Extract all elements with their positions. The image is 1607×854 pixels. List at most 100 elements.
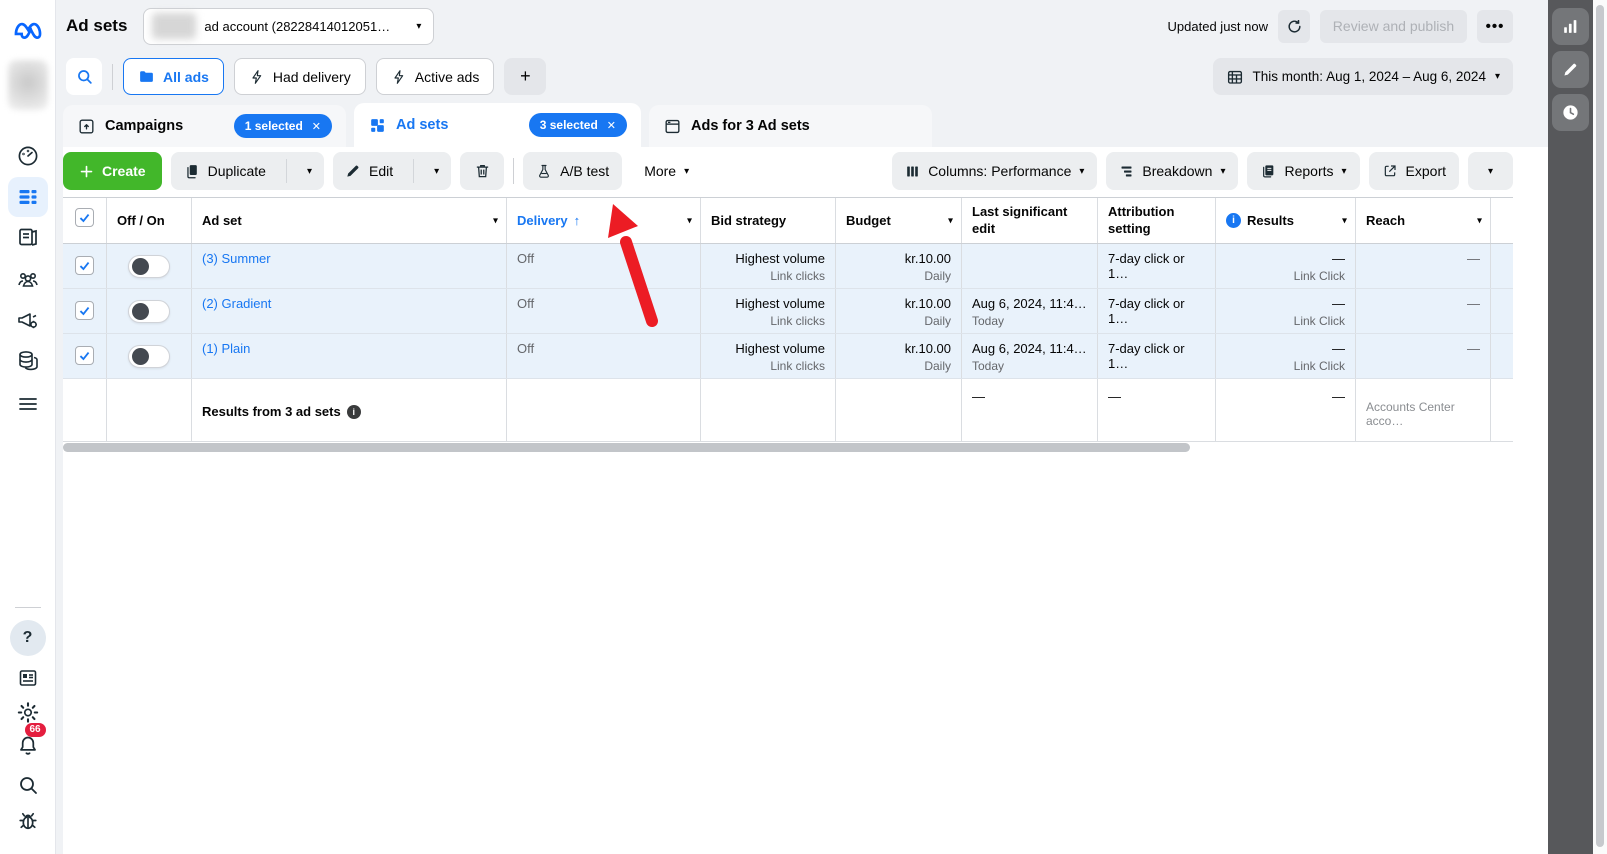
breakdown-label: Breakdown xyxy=(1142,163,1212,179)
header-delivery[interactable]: Delivery↑▾ xyxy=(507,198,701,243)
tab-ads[interactable]: Ads for 3 Ad sets xyxy=(649,105,932,147)
edit-dropdown[interactable]: ▾ xyxy=(422,152,451,190)
overview-dashboard-icon[interactable] xyxy=(16,144,40,168)
header-budget[interactable]: Budget▾ xyxy=(836,198,962,243)
header-bid-strategy[interactable]: Bid strategy xyxy=(701,198,836,243)
attribution-cell: 7-day click or 1… xyxy=(1098,289,1216,333)
sort-ascending-icon: ↑ xyxy=(574,213,581,228)
edit-button[interactable]: Edit xyxy=(333,152,405,190)
ad-account-selector[interactable]: ad account (28228414012051… ▾ xyxy=(143,8,434,45)
ab-test-button[interactable]: A/B test xyxy=(523,152,622,190)
search-filter-button[interactable] xyxy=(66,58,102,95)
table-row[interactable]: (2) Gradient Off Highest volumeLink clic… xyxy=(63,289,1513,334)
info-icon[interactable]: i xyxy=(347,405,361,419)
summary-label-cell: Results from 3 ad sets i xyxy=(192,379,507,441)
ads-manager-icon[interactable] xyxy=(15,307,41,333)
meta-logo-icon[interactable] xyxy=(11,12,45,46)
columns-button[interactable]: Columns: Performance ▾ xyxy=(892,152,1097,190)
split-divider xyxy=(286,159,287,183)
campaigns-nav-icon[interactable] xyxy=(8,177,48,217)
duplicate-dropdown[interactable]: ▾ xyxy=(295,152,324,190)
review-and-publish-button[interactable]: Review and publish xyxy=(1320,10,1467,43)
last-edit-cell: Aug 6, 2024, 11:4…Today xyxy=(962,289,1098,333)
reports-icon xyxy=(1260,163,1276,179)
off-on-toggle[interactable] xyxy=(128,255,170,278)
export-dropdown-button[interactable]: ▾ xyxy=(1468,152,1513,190)
row-checkbox[interactable] xyxy=(75,256,94,275)
summary-row: Results from 3 ad sets i — — — Accounts … xyxy=(63,379,1513,442)
export-button[interactable]: Export xyxy=(1369,152,1459,190)
duplicate-button[interactable]: Duplicate xyxy=(171,152,278,190)
more-options-button[interactable]: ••• xyxy=(1477,10,1513,43)
ad-set-name-link[interactable]: (3) Summer xyxy=(202,251,271,266)
pages-icon[interactable] xyxy=(16,225,40,249)
history-panel-button[interactable] xyxy=(1552,94,1589,131)
close-icon[interactable]: ✕ xyxy=(312,120,321,133)
sidebar-search-icon[interactable] xyxy=(16,773,40,797)
tab-campaigns[interactable]: Campaigns 1 selected ✕ xyxy=(63,105,346,147)
filter-active-ads[interactable]: Active ads xyxy=(376,58,495,95)
add-filter-button[interactable]: + xyxy=(504,58,546,95)
help-button[interactable]: ? xyxy=(10,620,46,656)
vertical-scrollbar-track[interactable] xyxy=(1593,0,1607,854)
billing-icon[interactable] xyxy=(16,348,40,374)
off-on-toggle[interactable] xyxy=(128,300,170,323)
date-range-selector[interactable]: This month: Aug 1, 2024 – Aug 6, 2024 ▾ xyxy=(1213,58,1513,95)
notifications-bell-icon[interactable]: 66 xyxy=(15,732,41,758)
check-icon xyxy=(78,211,91,224)
all-tools-menu-icon[interactable] xyxy=(16,392,40,416)
plus-icon: + xyxy=(520,66,531,87)
header-ad-set[interactable]: Ad set▾ xyxy=(192,198,507,243)
chevron-down-icon[interactable]: ▾ xyxy=(1477,215,1482,226)
header-last-significant-edit[interactable]: Last significant edit xyxy=(962,198,1098,243)
header-attribution-setting[interactable]: Attribution setting xyxy=(1098,198,1216,243)
row-checkbox[interactable] xyxy=(75,346,94,365)
chevron-down-icon[interactable]: ▾ xyxy=(1342,215,1347,226)
audiences-icon[interactable] xyxy=(15,267,41,291)
pencil-icon xyxy=(345,163,361,179)
filter-all-ads[interactable]: All ads xyxy=(123,58,224,95)
more-button[interactable]: More ▾ xyxy=(631,152,702,190)
settings-gear-icon[interactable] xyxy=(15,700,40,725)
whats-new-icon[interactable] xyxy=(16,666,40,690)
chevron-down-icon[interactable]: ▾ xyxy=(493,215,498,226)
action-toolbar: Create Duplicate ▾ Edit ▾ xyxy=(63,152,1513,190)
tab-ad-sets[interactable]: Ad sets 3 selected ✕ xyxy=(354,103,641,147)
filter-had-delivery[interactable]: Had delivery xyxy=(234,58,366,95)
info-icon[interactable]: i xyxy=(1226,213,1241,228)
ad-sets-tab-icon xyxy=(368,116,387,135)
campaigns-selected-pill[interactable]: 1 selected ✕ xyxy=(234,114,332,138)
table-row[interactable]: (1) Plain Off Highest volumeLink clicks … xyxy=(63,334,1513,379)
header-results[interactable]: iResults▾ xyxy=(1216,198,1356,243)
business-avatar[interactable] xyxy=(8,60,48,110)
bug-report-icon[interactable] xyxy=(15,808,40,833)
chevron-down-icon[interactable]: ▾ xyxy=(687,215,692,226)
row-checkbox[interactable] xyxy=(75,301,94,320)
off-on-toggle[interactable] xyxy=(128,345,170,368)
delete-button[interactable] xyxy=(460,152,504,190)
vertical-scrollbar-thumb[interactable] xyxy=(1596,5,1604,847)
chevron-down-icon: ▾ xyxy=(1488,166,1493,177)
reach-cell: — xyxy=(1356,244,1491,288)
close-icon[interactable]: ✕ xyxy=(607,119,616,132)
select-all-checkbox[interactable] xyxy=(75,208,94,227)
chevron-down-icon[interactable]: ▾ xyxy=(948,215,953,226)
header-reach[interactable]: Reach▾ xyxy=(1356,198,1491,243)
charts-panel-button[interactable] xyxy=(1552,8,1589,45)
check-icon xyxy=(78,349,91,362)
breakdown-button[interactable]: Breakdown ▾ xyxy=(1106,152,1238,190)
tab-ads-label: Ads for 3 Ad sets xyxy=(691,118,810,134)
chevron-down-icon: ▾ xyxy=(1220,166,1225,177)
reports-button[interactable]: Reports ▾ xyxy=(1247,152,1359,190)
edit-panel-button[interactable] xyxy=(1552,51,1589,88)
toolbar-divider xyxy=(513,158,514,184)
refresh-button[interactable] xyxy=(1278,10,1310,43)
ad-sets-selected-pill[interactable]: 3 selected ✕ xyxy=(529,113,627,137)
ad-set-name-link[interactable]: (2) Gradient xyxy=(202,296,271,311)
results-cell: —Link Click xyxy=(1216,334,1356,378)
horizontal-scrollbar[interactable] xyxy=(63,443,1190,452)
last-edit-cell: Aug 6, 2024, 11:4…Today xyxy=(962,334,1098,378)
create-button[interactable]: Create xyxy=(63,152,162,190)
ad-set-name-link[interactable]: (1) Plain xyxy=(202,341,250,356)
table-row[interactable]: (3) Summer Off Highest volumeLink clicks… xyxy=(63,244,1513,289)
